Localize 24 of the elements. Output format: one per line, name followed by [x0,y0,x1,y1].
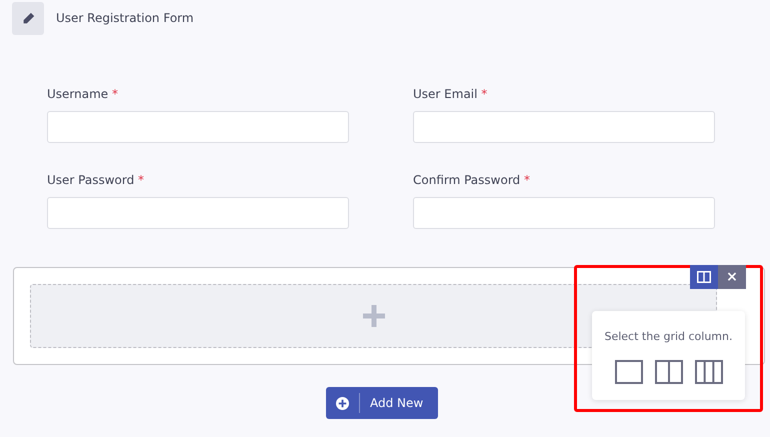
popover-text: Select the grid column. [603,329,734,345]
pencil-icon [22,12,34,24]
field-label: Confirm Password [413,173,520,187]
columns-button[interactable] [690,265,718,289]
add-new-button[interactable]: Add New [326,387,438,419]
required-asterisk: * [138,173,144,187]
plus-icon [362,305,384,327]
columns-icon [697,271,711,283]
form-title: User Registration Form [56,10,194,27]
field-label: User Password [47,173,134,187]
two-column-option[interactable] [654,360,682,384]
input-field[interactable] [413,111,715,143]
plus-circle-icon [336,396,349,410]
three-column-option[interactable] [694,360,722,384]
input-field[interactable] [47,111,349,143]
required-asterisk: * [112,87,118,101]
required-asterisk: * [524,173,530,187]
input-field[interactable] [47,197,349,229]
close-button[interactable]: × [718,265,746,289]
input-field[interactable] [413,197,715,229]
required-asterisk: * [481,87,488,101]
field-label: Username [47,87,108,101]
field-label: User Email [413,87,478,101]
single-column-option[interactable] [614,360,642,384]
